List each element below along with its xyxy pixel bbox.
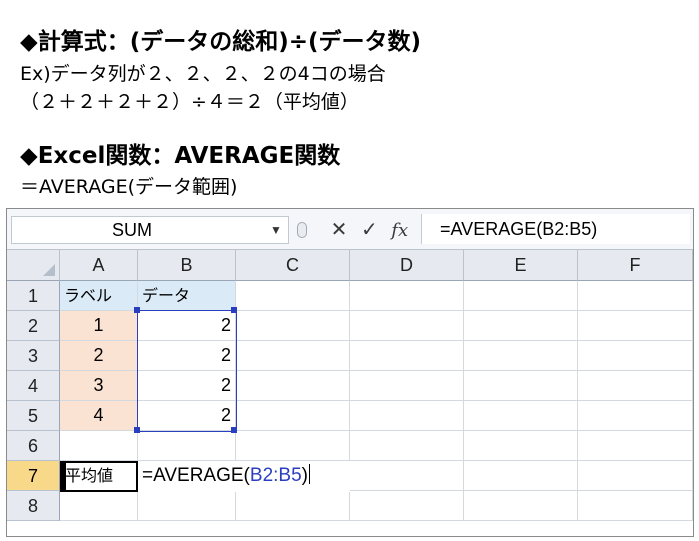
cell-a7-text: 平均値 — [65, 466, 114, 485]
cell-e6[interactable] — [464, 431, 578, 461]
cell-d7[interactable] — [350, 461, 464, 491]
name-box-value: SUM — [112, 220, 152, 240]
column-header-a[interactable]: A — [60, 250, 138, 281]
formula-suffix: ) — [301, 465, 308, 486]
cell-b3[interactable]: 2 — [138, 341, 236, 371]
cell-c3[interactable] — [236, 341, 350, 371]
cell-c5[interactable] — [236, 401, 350, 431]
row-header-4[interactable]: 4 — [7, 371, 60, 401]
cell-e3[interactable] — [464, 341, 578, 371]
cell-c6[interactable] — [236, 431, 350, 461]
formula-prefix: =AVERAGE( — [142, 465, 250, 486]
function-heading: ◆Excel関数：AVERAGE関数 — [20, 143, 341, 169]
cell-a7-bottom-edge — [60, 490, 138, 492]
row-header-7[interactable]: 7 — [7, 461, 60, 491]
cell-b1[interactable]: データ — [138, 281, 236, 311]
cell-a6[interactable] — [60, 431, 138, 461]
column-header-f[interactable]: F — [578, 250, 693, 281]
range-handle-bl[interactable] — [134, 427, 140, 433]
cell-a4[interactable]: 3 — [60, 371, 138, 401]
worksheet-grid: A B C D E F 1 2 3 4 5 6 7 8 ラベル データ 1 2 … — [7, 250, 693, 536]
excel-window: SUM ▼ ✕ ✓ fx =AVERAGE(B2:B5) A B C D E F… — [6, 208, 694, 537]
cell-c1[interactable] — [236, 281, 350, 311]
row-header-8[interactable]: 8 — [7, 491, 60, 521]
cell-f6[interactable] — [578, 431, 693, 461]
active-cell-b7[interactable]: =AVERAGE(B2:B5) — [138, 461, 350, 492]
cell-e1[interactable] — [464, 281, 578, 311]
formula-heading: ◆計算式：(データの総和)÷(データ数) — [20, 29, 422, 55]
cell-e2[interactable] — [464, 311, 578, 341]
cell-a7[interactable]: 平均値 — [60, 461, 138, 491]
cell-e4[interactable] — [464, 371, 578, 401]
row-header-5[interactable]: 5 — [7, 401, 60, 431]
formula-input[interactable]: =AVERAGE(B2:B5) — [421, 214, 690, 244]
name-box[interactable]: SUM ▼ — [11, 216, 289, 244]
cell-c2[interactable] — [236, 311, 350, 341]
cell-b5[interactable]: 2 — [138, 401, 236, 431]
cell-b8[interactable] — [138, 491, 236, 521]
example-line-1: Ex)データ列が２、２、２、２の4コの場合 — [20, 63, 386, 85]
cell-d6[interactable] — [350, 431, 464, 461]
cell-c8[interactable] — [236, 491, 350, 521]
cell-f8[interactable] — [578, 491, 693, 521]
example-line-2: （２＋２＋２＋２）÷４＝２（平均値） — [20, 91, 359, 113]
cancel-x-icon[interactable]: ✕ — [327, 214, 351, 244]
cell-d4[interactable] — [350, 371, 464, 401]
cell-d5[interactable] — [350, 401, 464, 431]
cell-b6[interactable] — [138, 431, 236, 461]
cell-a8[interactable] — [60, 491, 138, 521]
cell-a7-top-edge — [60, 461, 138, 463]
insert-function-icon[interactable]: fx — [388, 216, 412, 246]
cell-b2[interactable]: 2 — [138, 311, 236, 341]
cell-f3[interactable] — [578, 341, 693, 371]
row-header-2[interactable]: 2 — [7, 311, 60, 341]
range-handle-br[interactable] — [231, 427, 237, 433]
chevron-down-icon[interactable]: ▼ — [270, 217, 282, 243]
column-header-e[interactable]: E — [464, 250, 578, 281]
cell-f2[interactable] — [578, 311, 693, 341]
column-header-c[interactable]: C — [236, 250, 350, 281]
formula-bar-area: SUM ▼ ✕ ✓ fx =AVERAGE(B2:B5) — [7, 209, 693, 250]
cell-f7[interactable] — [578, 461, 693, 491]
cell-a2[interactable]: 1 — [60, 311, 138, 341]
enter-check-icon[interactable]: ✓ — [357, 214, 381, 244]
resize-handle[interactable] — [297, 222, 307, 238]
cell-d1[interactable] — [350, 281, 464, 311]
cell-e5[interactable] — [464, 401, 578, 431]
select-all-corner[interactable] — [7, 250, 60, 281]
range-handle-tl[interactable] — [134, 307, 140, 313]
cell-a3[interactable]: 2 — [60, 341, 138, 371]
cell-d3[interactable] — [350, 341, 464, 371]
formula-input-value: =AVERAGE(B2:B5) — [440, 219, 598, 239]
range-handle-tr[interactable] — [231, 307, 237, 313]
cell-c4[interactable] — [236, 371, 350, 401]
syntax-line: ＝AVERAGE(データ範囲) — [20, 176, 238, 198]
cell-d8[interactable] — [350, 491, 464, 521]
cell-b4[interactable]: 2 — [138, 371, 236, 401]
cell-d2[interactable] — [350, 311, 464, 341]
column-header-b[interactable]: B — [138, 250, 236, 281]
row-header-3[interactable]: 3 — [7, 341, 60, 371]
row-header-1[interactable]: 1 — [7, 281, 60, 311]
cell-a7-left-edge — [60, 461, 66, 492]
row-header-6[interactable]: 6 — [7, 431, 60, 461]
text-cursor — [308, 464, 310, 484]
cell-a1[interactable]: ラベル — [60, 281, 138, 311]
cell-f4[interactable] — [578, 371, 693, 401]
column-header-d[interactable]: D — [350, 250, 464, 281]
cell-f5[interactable] — [578, 401, 693, 431]
cell-e7[interactable] — [464, 461, 578, 491]
cell-f1[interactable] — [578, 281, 693, 311]
cell-e8[interactable] — [464, 491, 578, 521]
cell-b7-formula: =AVERAGE(B2:B5) — [142, 461, 310, 491]
formula-range-ref: B2:B5 — [249, 465, 302, 486]
cell-a5[interactable]: 4 — [60, 401, 138, 431]
